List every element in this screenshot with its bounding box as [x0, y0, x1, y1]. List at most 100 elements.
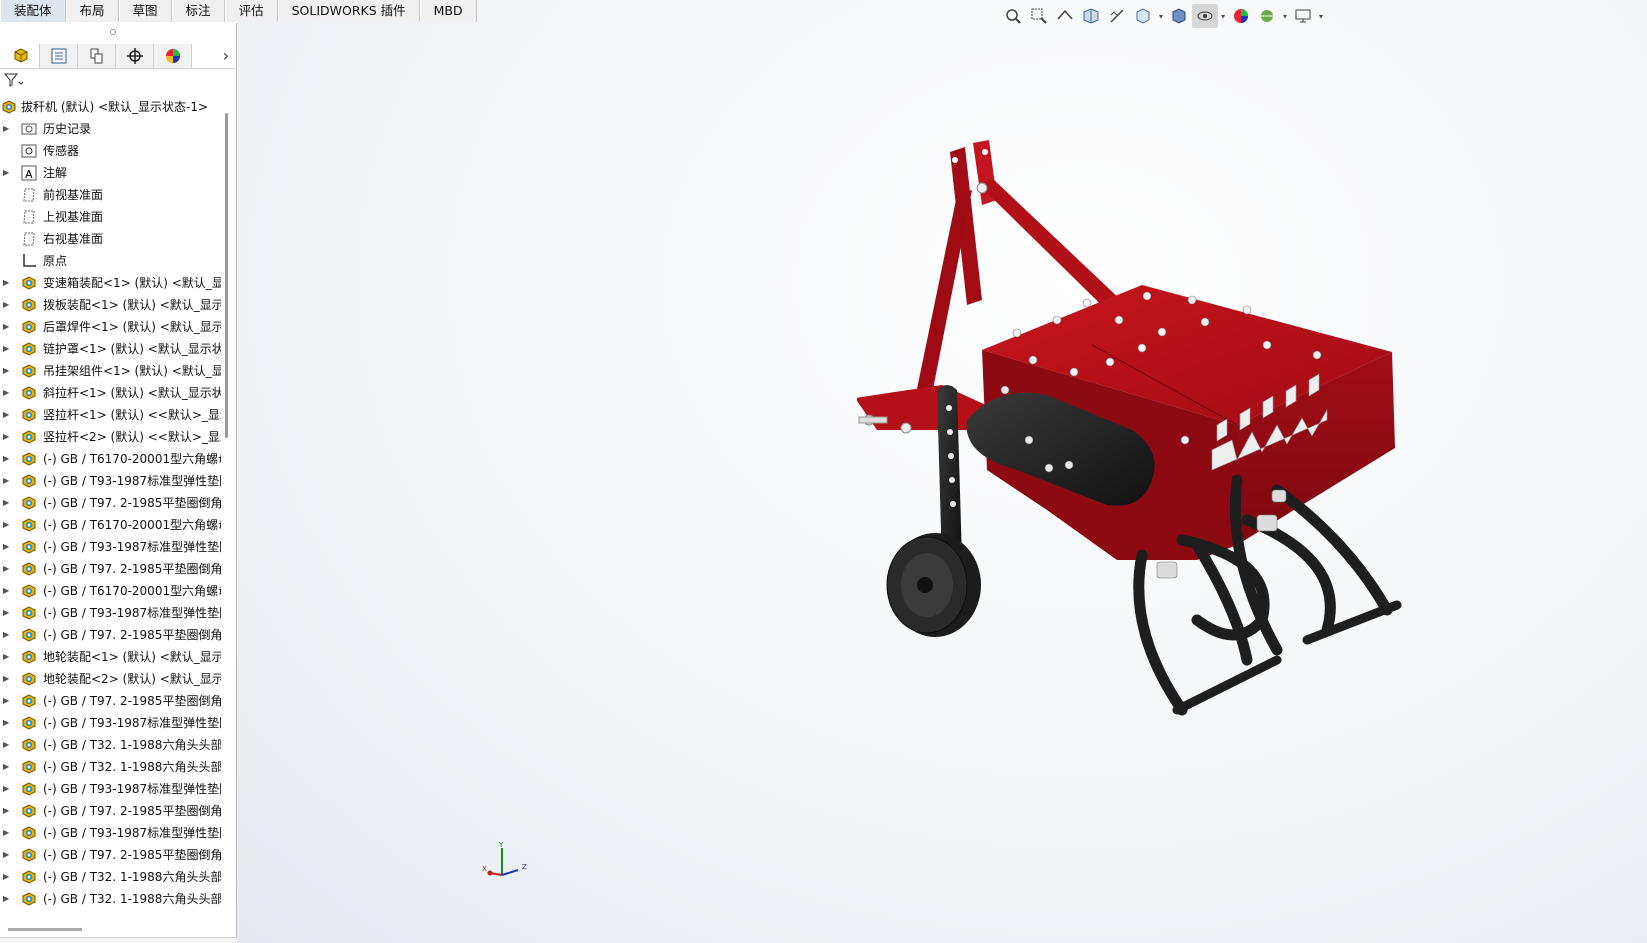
expand-arrow-icon[interactable]: ▶ — [3, 668, 11, 690]
expand-arrow-icon[interactable]: ▶ — [3, 712, 11, 734]
tree-item[interactable]: ▶ (-) GB / T93-1987标准型弹性垫圈 — [0, 536, 227, 558]
bottom-tab-strip[interactable] — [0, 937, 237, 943]
tree-item[interactable]: ▶ (-) GB / T93-1987标准型弹性垫圈 — [0, 778, 227, 800]
command-tab[interactable]: 标注 — [171, 0, 225, 22]
tree-item[interactable]: ▶ (-) GB / T93-1987标准型弹性垫圈 — [0, 712, 227, 734]
command-tab[interactable]: 布局 — [65, 0, 119, 22]
zoom-to-fit-icon[interactable] — [1000, 4, 1026, 28]
dropdown-arrow-icon[interactable]: ▾ — [1156, 4, 1166, 28]
tree-item[interactable]: ▶ 后罩焊件<1> (默认) <默认_显示 — [0, 316, 227, 338]
tree-item[interactable]: 前视基准面 — [0, 184, 227, 206]
command-tab[interactable]: 草图 — [118, 0, 172, 22]
tree-item[interactable]: ▶ (-) GB / T97. 2-1985平垫圈倒角 — [0, 624, 227, 646]
expand-arrow-icon[interactable]: ▶ — [3, 888, 11, 910]
panel-grip[interactable] — [0, 23, 236, 43]
tree-item[interactable]: ▶ (-) GB / T32. 1-1988六角头头部 — [0, 888, 227, 910]
tree-item[interactable]: ▶ (-) GB / T97. 2-1985平垫圈倒角 — [0, 800, 227, 822]
expand-arrow-icon[interactable]: ▶ — [3, 844, 11, 866]
expand-arrow-icon[interactable]: ▶ — [3, 800, 11, 822]
tree-item[interactable]: ▶ 变速箱装配<1> (默认) <默认_显 — [0, 272, 227, 294]
expand-arrow-icon[interactable]: ▶ — [3, 756, 11, 778]
expand-arrow-icon[interactable]: ▶ — [3, 690, 11, 712]
apply-scene-icon[interactable] — [1254, 4, 1280, 28]
panel-expand-chevron-icon[interactable]: › — [216, 46, 236, 65]
expand-arrow-icon[interactable]: ▶ — [3, 426, 11, 448]
expand-arrow-icon[interactable]: ▶ — [3, 382, 11, 404]
tree-item[interactable]: ▶ (-) GB / T97. 2-1985平垫圈倒角 — [0, 844, 227, 866]
tree-item[interactable]: 上视基准面 — [0, 206, 227, 228]
dropdown-arrow-icon[interactable]: ▾ — [1280, 4, 1290, 28]
tree-item[interactable]: ▶ (-) GB / T93-1987标准型弹性垫圈 — [0, 822, 227, 844]
command-tab[interactable]: 装配体 — [0, 0, 66, 22]
expand-arrow-icon[interactable]: ▶ — [3, 492, 11, 514]
tree-item[interactable]: ▶ (-) GB / T97. 2-1985平垫圈倒角 — [0, 558, 227, 580]
expand-arrow-icon[interactable]: ▶ — [3, 624, 11, 646]
assembly-model[interactable] — [857, 135, 1417, 735]
expand-arrow-icon[interactable]: ▶ — [3, 338, 11, 360]
section-view-icon[interactable] — [1078, 4, 1104, 28]
expand-arrow-icon[interactable]: ▶ — [3, 514, 11, 536]
edit-appearance-icon[interactable] — [1228, 4, 1254, 28]
expand-arrow-icon[interactable]: ▶ — [3, 778, 11, 800]
tree-item[interactable]: ▶ (-) GB / T32. 1-1988六角头头部 — [0, 756, 227, 778]
expand-arrow-icon[interactable]: ▶ — [3, 316, 11, 338]
tree-item[interactable]: ▶ 竖拉杆<1> (默认) <<默认>_显示 — [0, 404, 227, 426]
tree-horizontal-scrollbar[interactable] — [8, 928, 82, 931]
expand-arrow-icon[interactable]: ▶ — [3, 470, 11, 492]
tree-item[interactable]: 右视基准面 — [0, 228, 227, 250]
tab-propertymanager[interactable] — [40, 43, 78, 68]
tree-item[interactable]: ▶ 地轮装配<1> (默认) <默认_显示 — [0, 646, 227, 668]
tree-item[interactable]: ▶ 地轮装配<2> (默认) <默认_显示 — [0, 668, 227, 690]
expand-arrow-icon[interactable]: ▶ — [3, 602, 11, 624]
expand-arrow-icon[interactable]: ▶ — [3, 272, 11, 294]
previous-view-icon[interactable] — [1052, 4, 1078, 28]
display-style-icon[interactable] — [1166, 4, 1192, 28]
expand-arrow-icon[interactable]: ▶ — [3, 866, 11, 888]
expand-arrow-icon[interactable]: ▶ — [3, 536, 11, 558]
tab-display-manager[interactable] — [154, 43, 192, 68]
tree-item[interactable]: ▶ 拨板装配<1> (默认) <默认_显示 — [0, 294, 227, 316]
dropdown-arrow-icon[interactable]: ▾ — [1218, 4, 1228, 28]
tree-item[interactable]: 传感器 — [0, 140, 227, 162]
tab-configurationmanager[interactable] — [78, 43, 116, 68]
expand-arrow-icon[interactable]: ▶ — [3, 360, 11, 382]
tree-item[interactable]: ▶ (-) GB / T97. 2-1985平垫圈倒角 — [0, 690, 227, 712]
expand-arrow-icon[interactable]: ▶ — [3, 646, 11, 668]
hide-show-items-icon[interactable] — [1192, 4, 1218, 28]
tree-item[interactable]: ▶ 斜拉杆<1> (默认) <默认_显示状 — [0, 382, 227, 404]
command-tab[interactable]: MBD — [419, 0, 477, 22]
zoom-to-area-icon[interactable] — [1026, 4, 1052, 28]
graphics-area[interactable]: ▾ ▾ ▾ ▾ Y X Z — [237, 0, 1647, 943]
tree-item[interactable]: 原点 — [0, 250, 227, 272]
tab-dimxpert[interactable] — [116, 43, 154, 68]
tree-item[interactable]: ▶ (-) GB / T6170-20001型六角螺母 — [0, 448, 227, 470]
tree-root-assembly[interactable]: 拔秆机 (默认) <默认_显示状态-1> — [0, 96, 227, 118]
tree-item[interactable]: ▶ 竖拉杆<2> (默认) <<默认>_显示 — [0, 426, 227, 448]
tree-item[interactable]: ▶ 历史记录 — [0, 118, 227, 140]
expand-arrow-icon[interactable]: ▶ — [3, 162, 11, 184]
tree-item[interactable]: ▶ (-) GB / T32. 1-1988六角头头部 — [0, 866, 227, 888]
view-settings-icon[interactable] — [1290, 4, 1316, 28]
expand-arrow-icon[interactable]: ▶ — [3, 448, 11, 470]
dynamic-annotation-icon[interactable] — [1104, 4, 1130, 28]
expand-arrow-icon[interactable]: ▶ — [3, 404, 11, 426]
tree-filter[interactable] — [0, 69, 236, 91]
expand-arrow-icon[interactable]: ▶ — [3, 580, 11, 602]
tree-item[interactable]: ▶ 链护罩<1> (默认) <默认_显示状 — [0, 338, 227, 360]
command-tab[interactable]: SOLIDWORKS 插件 — [277, 0, 420, 22]
expand-arrow-icon[interactable]: ▶ — [3, 734, 11, 756]
filter-icon[interactable] — [4, 72, 24, 88]
tree-item[interactable]: ▶ (-) GB / T6170-20001型六角螺母 — [0, 514, 227, 536]
tree-vertical-scrollbar[interactable] — [225, 113, 228, 438]
tree-item[interactable]: ▶ (-) GB / T6170-20001型六角螺母 — [0, 580, 227, 602]
dropdown-arrow-icon[interactable]: ▾ — [1316, 4, 1326, 28]
view-orientation-icon[interactable] — [1130, 4, 1156, 28]
tree-item[interactable]: ▶ (-) GB / T32. 1-1988六角头头部 — [0, 734, 227, 756]
expand-arrow-icon[interactable]: ▶ — [3, 118, 11, 140]
tree-item[interactable]: ▶ (-) GB / T93-1987标准型弹性垫圈 — [0, 470, 227, 492]
tab-featuremanager[interactable] — [2, 43, 40, 68]
tree-item[interactable]: ▶ 吊挂架组件<1> (默认) <默认_显 — [0, 360, 227, 382]
expand-arrow-icon[interactable]: ▶ — [3, 294, 11, 316]
tree-item[interactable]: ▶ (-) GB / T93-1987标准型弹性垫圈 — [0, 602, 227, 624]
expand-arrow-icon[interactable]: ▶ — [3, 822, 11, 844]
